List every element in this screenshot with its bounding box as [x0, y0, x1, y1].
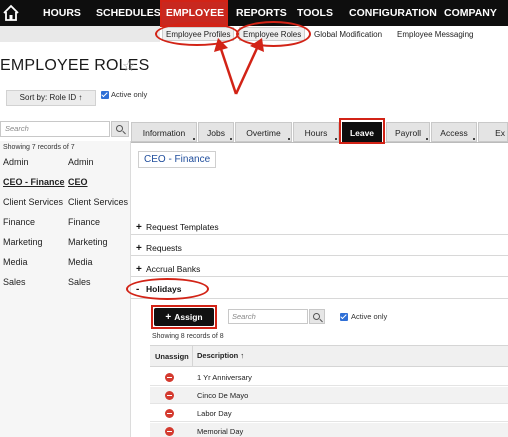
remove-icon[interactable] [165, 409, 174, 418]
role-id: Media [68, 257, 93, 267]
holiday-name: Memorial Day [197, 427, 244, 436]
annotation-arrows [214, 38, 264, 95]
annotation-box-assign [151, 305, 217, 329]
subnav-background [0, 26, 160, 42]
holidays-search-input[interactable]: Search [228, 309, 308, 324]
tab-jobs[interactable]: Jobs [198, 122, 234, 142]
selected-role-title: CEO - Finance [138, 151, 217, 168]
tab-ex[interactable]: Ex [478, 122, 508, 142]
divider [131, 255, 508, 256]
nav-configuration[interactable]: CONFIGURATION [349, 0, 437, 26]
roles-record-count: Showing 7 records of 7 [3, 144, 75, 151]
role-name: Finance [3, 217, 36, 227]
active-only-checkbox[interactable] [101, 91, 109, 99]
column-header-description[interactable]: Description ↑ [197, 351, 244, 360]
search-icon [116, 125, 123, 132]
table-row: Labor Day [150, 405, 508, 422]
active-only-label: Active only [111, 90, 148, 99]
list-item[interactable]: Media Media [0, 257, 131, 277]
tab-corner-mark [193, 138, 195, 140]
home-icon[interactable] [2, 4, 20, 22]
nav-company[interactable]: COMPANY [444, 0, 497, 26]
section-label: Requests [146, 243, 182, 253]
section-label: Request Templates [146, 222, 219, 232]
tab-corner-mark [473, 138, 475, 140]
favorite-star-icon[interactable]: ☆ [122, 57, 135, 75]
holidays-search-button[interactable] [309, 309, 325, 324]
annotation-box-leave-tab [339, 118, 385, 144]
table-row: Memorial Day [150, 423, 508, 437]
list-item[interactable]: Admin Admin [0, 157, 131, 177]
list-item[interactable]: Client Services Client Services [0, 197, 131, 217]
section-accrual-banks[interactable]: + Accrual Banks [136, 264, 200, 275]
tab-corner-mark [335, 138, 337, 140]
list-item[interactable]: Sales Sales [0, 277, 131, 297]
subnav-global-modification[interactable]: Global Modification [310, 27, 386, 41]
nav-schedules[interactable]: SCHEDULES [96, 0, 161, 26]
role-name: Media [3, 257, 28, 267]
list-item[interactable]: Finance Finance [0, 217, 131, 237]
tab-label: Jobs [207, 128, 225, 138]
holidays-record-count: Showing 8 records of 8 [152, 333, 224, 340]
subnav-employee-messaging[interactable]: Employee Messaging [393, 27, 477, 41]
divider [131, 276, 508, 277]
nav-tools[interactable]: TOOLS [297, 0, 333, 26]
role-name: Sales [3, 277, 26, 287]
column-divider [192, 346, 193, 367]
expand-icon: + [136, 243, 142, 254]
holidays-active-only-label: Active only [351, 312, 388, 321]
roles-search-input[interactable]: Search [0, 121, 110, 137]
table-row: Cinco De Mayo [150, 387, 508, 404]
tab-hours[interactable]: Hours [293, 122, 339, 142]
nav-hours[interactable]: HOURS [43, 0, 81, 26]
tab-corner-mark [426, 138, 428, 140]
sort-button[interactable]: Sort by: Role ID ↑ [6, 90, 96, 106]
list-item[interactable]: Marketing Marketing [0, 237, 131, 257]
table-row: 1 Yr Anniversary [150, 369, 508, 386]
tab-payroll[interactable]: Payroll [386, 122, 430, 142]
list-item-selected[interactable]: CEO - Finance CEO [0, 177, 131, 197]
tab-access[interactable]: Access [431, 122, 477, 142]
tab-label: Information [142, 128, 186, 138]
role-name: Client Services [3, 197, 64, 207]
holidays-active-only-checkbox[interactable] [340, 313, 348, 321]
role-name: CEO - Finance [3, 177, 65, 187]
holiday-name: Cinco De Mayo [197, 391, 249, 400]
tab-label: Ex [495, 128, 505, 138]
roles-search-button[interactable] [111, 121, 129, 137]
expand-icon: + [136, 264, 142, 275]
divider [131, 234, 508, 235]
section-request-templates[interactable]: + Request Templates [136, 222, 219, 233]
tab-label: Payroll [395, 128, 421, 138]
tab-corner-mark [230, 138, 232, 140]
remove-icon[interactable] [165, 391, 174, 400]
section-requests[interactable]: + Requests [136, 243, 182, 254]
role-id: CEO [68, 177, 88, 187]
holiday-name: 1 Yr Anniversary [197, 373, 252, 382]
remove-icon[interactable] [165, 427, 174, 436]
role-name: Marketing [3, 237, 43, 247]
annotation-circle-holidays [126, 278, 209, 300]
role-tabs: Information Jobs Overtime Hours Leave Pa… [131, 120, 508, 143]
remove-icon[interactable] [165, 373, 174, 382]
role-id: Admin [68, 157, 94, 167]
column-header-unassign: Unassign [155, 352, 189, 361]
tab-overtime[interactable]: Overtime [235, 122, 292, 142]
role-id: Client Services [68, 197, 129, 207]
role-id: Marketing [68, 237, 108, 247]
role-id: Finance [68, 217, 101, 227]
role-id: Sales [68, 277, 91, 287]
role-name: Admin [3, 157, 29, 167]
search-icon [313, 313, 320, 320]
tab-information[interactable]: Information [131, 122, 197, 142]
holidays-table-header: Unassign Description ↑ [150, 345, 508, 367]
section-label: Accrual Banks [146, 264, 201, 274]
tab-label: Hours [304, 128, 328, 138]
tab-corner-mark [288, 138, 290, 140]
expand-icon: + [136, 222, 142, 233]
tab-label: Overtime [246, 128, 281, 138]
holiday-name: Labor Day [197, 409, 232, 418]
tab-label: Access [440, 128, 468, 138]
